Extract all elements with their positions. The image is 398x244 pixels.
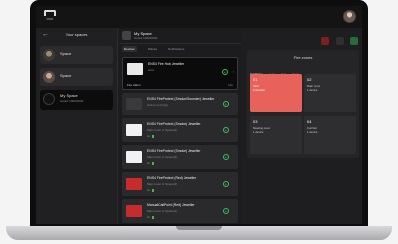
device-image <box>126 205 142 217</box>
device-title: ManualCallPoint (Red) Jeweller <box>147 203 195 207</box>
space-name: Space <box>60 51 72 56</box>
app-screen: ЯND ← Your spaces Space Space My Space G… <box>36 6 362 224</box>
space-name: My Space <box>60 93 78 98</box>
play-icon[interactable]: ▸ <box>222 69 228 75</box>
device-image <box>126 151 142 163</box>
zone-number: 01 <box>253 77 258 82</box>
zone-devices: 1 device <box>253 130 264 134</box>
logo-mark-icon <box>44 10 56 16</box>
device-status: Main room in Space(2) <box>147 209 178 213</box>
device-status: Main room in Space(2) <box>147 155 178 159</box>
fire-zones-card: Fire zones Installation Lead Test Reset … <box>247 50 359 158</box>
device-footer: Fire Alarm <box>127 83 141 87</box>
zone-tile[interactable]: 01 Alert 2 devices <box>250 74 302 112</box>
space-item-active[interactable]: My Space Guard 1000/0000 <box>40 90 113 110</box>
toolbar <box>319 32 358 50</box>
device-card[interactable]: ENS4 FireProtect (Smoke) Jeweller Main r… <box>122 145 238 169</box>
space-header-sub: Guard 1000/0000 <box>134 36 158 40</box>
zone-devices: 2 devices <box>253 88 265 92</box>
space-sub: Guard 1000/0000 <box>60 99 84 103</box>
panel-tabs: Devices Places Notifications <box>119 44 241 54</box>
device-title: ENS4 FireProtect (Smoke) Jeweller <box>147 122 201 126</box>
battery-icon <box>151 134 154 138</box>
tab-notifications[interactable]: Notifications <box>166 46 186 52</box>
play-icon[interactable]: ▸ <box>223 181 229 187</box>
zone-tile[interactable]: 03 Meeting room 1 device <box>250 116 302 154</box>
zone-number: 03 <box>253 119 258 124</box>
tab-devices[interactable]: Devices <box>122 46 137 52</box>
device-card[interactable]: ENS4 FireProtect (Smoke) Jeweller Main r… <box>122 118 238 142</box>
device-image <box>127 63 143 75</box>
device-card[interactable]: ENS4 Fire Hub Jeweller sold ▸ › Fire Ala… <box>122 57 238 90</box>
device-status: sold <box>148 68 154 72</box>
device-status: Main room in Space(2) <box>147 128 178 132</box>
device-title: ENS4 Fire Hub Jeweller <box>148 62 185 66</box>
zone-devices: 1 device <box>307 130 318 134</box>
signal-value: m <box>147 134 150 138</box>
play-icon[interactable]: ▸ <box>223 154 229 160</box>
device-status: Hub is in (Gray) <box>147 103 169 107</box>
device-status: Main room in Space(2) <box>147 182 178 186</box>
zone-tile[interactable]: 02 Main room 1 device <box>304 74 356 112</box>
device-meta: m <box>147 134 154 138</box>
device-meta: m <box>147 161 154 165</box>
signal-value: m <box>147 161 150 165</box>
signal-value: m <box>147 188 150 192</box>
device-image <box>126 98 142 110</box>
battery-icon <box>151 215 154 219</box>
device-image <box>126 178 142 190</box>
play-icon[interactable]: ▸ <box>223 101 229 107</box>
device-card[interactable]: ManualCallPoint (Red) Jeweller Main room… <box>122 199 238 223</box>
tab-places[interactable]: Places <box>146 46 159 52</box>
play-icon[interactable]: ▸ <box>223 127 229 133</box>
spaces-header: ← Your spaces <box>36 28 117 42</box>
space-item[interactable]: Space <box>40 46 113 64</box>
device-footer-info: Info <box>227 83 233 87</box>
laptop-notch <box>176 226 222 230</box>
space-header-thumbnail <box>122 31 131 40</box>
zone-number: 02 <box>307 77 312 82</box>
device-card[interactable]: ENS4 FireProtect (Smoke/Sounder) Jewelle… <box>122 93 238 115</box>
zone-devices: 1 device <box>307 88 318 92</box>
device-image <box>126 124 142 136</box>
space-thumbnail <box>43 49 55 61</box>
settings-button[interactable] <box>335 37 344 45</box>
arm-button[interactable] <box>350 37 358 45</box>
user-avatar[interactable] <box>343 10 356 23</box>
logo-text: ЯND <box>46 17 54 21</box>
space-item[interactable]: Space <box>40 68 113 86</box>
battery-icon <box>151 161 154 165</box>
battery-icon <box>151 188 154 192</box>
space-header: My Space Guard 1000/0000 <box>119 28 241 44</box>
device-meta: m <box>147 215 154 219</box>
space-thumbnail <box>43 93 55 105</box>
signal-value: m <box>147 215 150 219</box>
device-title: ENS4 FireProtect (Red) Jeweller <box>147 176 197 180</box>
alarm-button[interactable] <box>321 37 330 45</box>
spaces-title: Your spaces <box>65 32 88 37</box>
device-title: ENS4 FireProtect (Smoke/Sounder) Jewelle… <box>147 97 215 101</box>
top-bar: ЯND <box>36 6 362 28</box>
zone-number: 04 <box>307 119 312 124</box>
space-name: Space <box>60 73 72 78</box>
fire-zones-title: Fire zones <box>293 55 313 60</box>
fire-zones-panel: Fire zones Installation Lead Test Reset … <box>243 28 362 224</box>
device-meta: m <box>147 188 154 192</box>
play-icon[interactable]: ▸ <box>223 208 229 214</box>
app-logo[interactable]: ЯND <box>43 10 57 24</box>
spaces-panel: ← Your spaces Space Space My Space Guard… <box>36 28 118 224</box>
device-card[interactable]: ENS4 FireProtect (Red) Jeweller Main roo… <box>122 172 238 196</box>
zone-tile[interactable]: 04 Corridor 1 device <box>304 116 356 154</box>
devices-panel: My Space Guard 1000/0000 Devices Places … <box>119 28 241 224</box>
space-thumbnail <box>43 71 55 83</box>
chevron-right-icon[interactable]: › <box>233 69 234 74</box>
device-title: ENS4 FireProtect (Smoke) Jeweller <box>147 149 201 153</box>
